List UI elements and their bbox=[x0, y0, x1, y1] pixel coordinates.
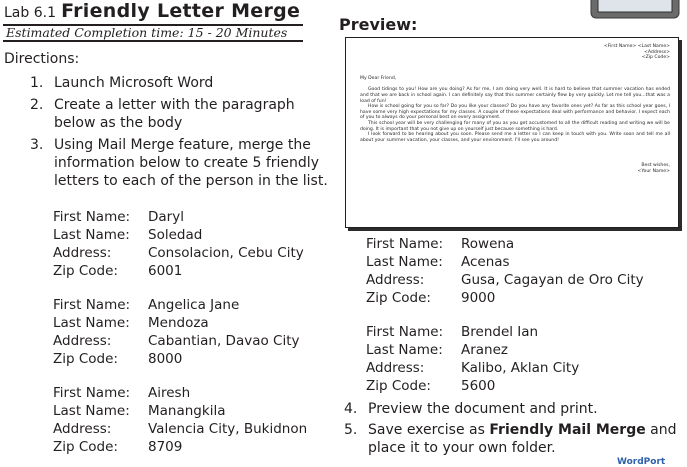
zip-code-label: Zip Code: bbox=[53, 263, 118, 279]
record-block: First Name: Airesh Last Name: Manangkila A… bbox=[53, 384, 307, 456]
brand-logo: WordPort bbox=[617, 457, 666, 467]
step-text: Using Mail Merge feature, merge the info… bbox=[54, 137, 328, 189]
last-name-value: Acenas bbox=[461, 254, 510, 270]
record-block: First Name: Angelica Jane Last Name: Mendo… bbox=[53, 296, 300, 368]
first-name-label: First Name: bbox=[366, 324, 444, 340]
address-label: Address: bbox=[53, 245, 112, 261]
first-name-value: Angelica Jane bbox=[148, 297, 240, 313]
address-label: Address: bbox=[366, 360, 425, 376]
merge-field-signature: <Your Name> bbox=[637, 168, 670, 174]
letter-paragraph: This school year will be very challengin… bbox=[360, 120, 670, 132]
letter-paragraph: How is school going for you so far? Do y… bbox=[360, 104, 670, 121]
zip-code-label: Zip Code: bbox=[366, 290, 431, 306]
address-value: Consolacion, Cebu City bbox=[148, 245, 304, 261]
step-number: 1. bbox=[30, 75, 44, 91]
last-name-value: Aranez bbox=[461, 342, 509, 358]
last-name-label: Last Name: bbox=[53, 315, 130, 331]
zip-code-label: Zip Code: bbox=[366, 378, 431, 394]
last-name-label: Last Name: bbox=[53, 403, 130, 419]
step-item: 1. Launch Microsoft Word bbox=[30, 74, 330, 92]
letter-paragraph: Good tidings to you! How are you doing? … bbox=[360, 87, 670, 104]
step-item: 4. Preview the document and print. bbox=[344, 400, 682, 418]
first-name-label: First Name: bbox=[53, 209, 131, 225]
letter-greeting: My Dear Friend, bbox=[360, 75, 397, 81]
first-name-value: Airesh bbox=[148, 385, 191, 401]
first-name-value: Daryl bbox=[148, 209, 184, 225]
last-name-value: Manangkila bbox=[148, 403, 226, 419]
zip-code-label: Zip Code: bbox=[53, 439, 118, 455]
lab-number: Lab 6.1 bbox=[4, 5, 56, 21]
last-name-label: Last Name: bbox=[366, 254, 443, 270]
last-name-label: Last Name: bbox=[53, 227, 130, 243]
step-text: Save exercise as Friendly Mail Merge and… bbox=[368, 421, 682, 457]
record-block: First Name: Brendel Ian Last Name: Aranez … bbox=[366, 323, 579, 395]
address-value: Valencia City, Bukidnon bbox=[148, 421, 308, 437]
last-name-label: Last Name: bbox=[366, 342, 443, 358]
step-item: 5. Save exercise as Friendly Mail Merge … bbox=[344, 421, 682, 457]
step-number: 3. bbox=[30, 137, 44, 153]
estimated-time-bar: Estimated Completion time: 15 - 20 Minut… bbox=[3, 24, 303, 42]
zip-code-value: 6001 bbox=[148, 263, 183, 279]
directions-list-continued: 4. Preview the document and print. 5. Sa… bbox=[344, 400, 682, 460]
lab-header: Lab 6.1 Friendly Letter Merge bbox=[4, 0, 300, 22]
letter-paragraph: I look forward to be hearing about you s… bbox=[360, 132, 670, 143]
monitor-icon bbox=[589, 0, 681, 20]
first-name-value: Brendel Ian bbox=[461, 324, 539, 340]
lab-title: Friendly Letter Merge bbox=[61, 0, 301, 22]
step-item: 3. Using Mail Merge feature, merge the i… bbox=[30, 136, 330, 190]
address-label: Address: bbox=[53, 421, 112, 437]
step-text-before: Save exercise as bbox=[368, 422, 490, 438]
first-name-label: First Name: bbox=[53, 385, 131, 401]
step-number: 2. bbox=[30, 97, 44, 113]
address-label: Address: bbox=[366, 272, 425, 288]
zip-code-label: Zip Code: bbox=[53, 351, 118, 367]
zip-code-value: 5600 bbox=[461, 378, 496, 394]
step-text: Preview the document and print. bbox=[368, 401, 598, 417]
zip-code-value: 8000 bbox=[148, 351, 183, 367]
preview-label: Preview: bbox=[339, 15, 418, 34]
letter-preview: <First Name> <Last Name> <Address> <Zip … bbox=[345, 37, 679, 228]
directions-label: Directions: bbox=[4, 51, 80, 67]
record-block: First Name: Rowena Last Name: Acenas Addre… bbox=[366, 235, 644, 307]
step-number: 5. bbox=[344, 422, 358, 438]
address-value: Kalibo, Aklan City bbox=[461, 360, 580, 376]
file-name-bold: Friendly Mail Merge bbox=[489, 422, 646, 438]
address-label: Address: bbox=[53, 333, 112, 349]
step-text: Launch Microsoft Word bbox=[54, 75, 214, 91]
first-name-label: First Name: bbox=[366, 236, 444, 252]
directions-list: 1. Launch Microsoft Word 2. Create a let… bbox=[30, 74, 330, 194]
address-value: Cabantian, Davao City bbox=[148, 333, 300, 349]
step-item: 2. Create a letter with the paragraph be… bbox=[30, 96, 330, 132]
step-number: 4. bbox=[344, 401, 358, 417]
zip-code-value: 9000 bbox=[461, 290, 496, 306]
first-name-label: First Name: bbox=[53, 297, 131, 313]
first-name-value: Rowena bbox=[461, 236, 515, 252]
last-name-value: Soledad bbox=[148, 227, 203, 243]
record-block: First Name: Daryl Last Name: Soledad Addre… bbox=[53, 208, 304, 280]
last-name-value: Mendoza bbox=[148, 315, 209, 331]
zip-code-value: 8709 bbox=[148, 439, 183, 455]
step-text: Create a letter with the paragraph below… bbox=[54, 97, 295, 131]
merge-field-zip: <Zip Code> bbox=[641, 55, 670, 61]
estimated-time: Estimated Completion time: 15 - 20 Minut… bbox=[6, 25, 288, 40]
address-value: Gusa, Cagayan de Oro City bbox=[461, 272, 644, 288]
